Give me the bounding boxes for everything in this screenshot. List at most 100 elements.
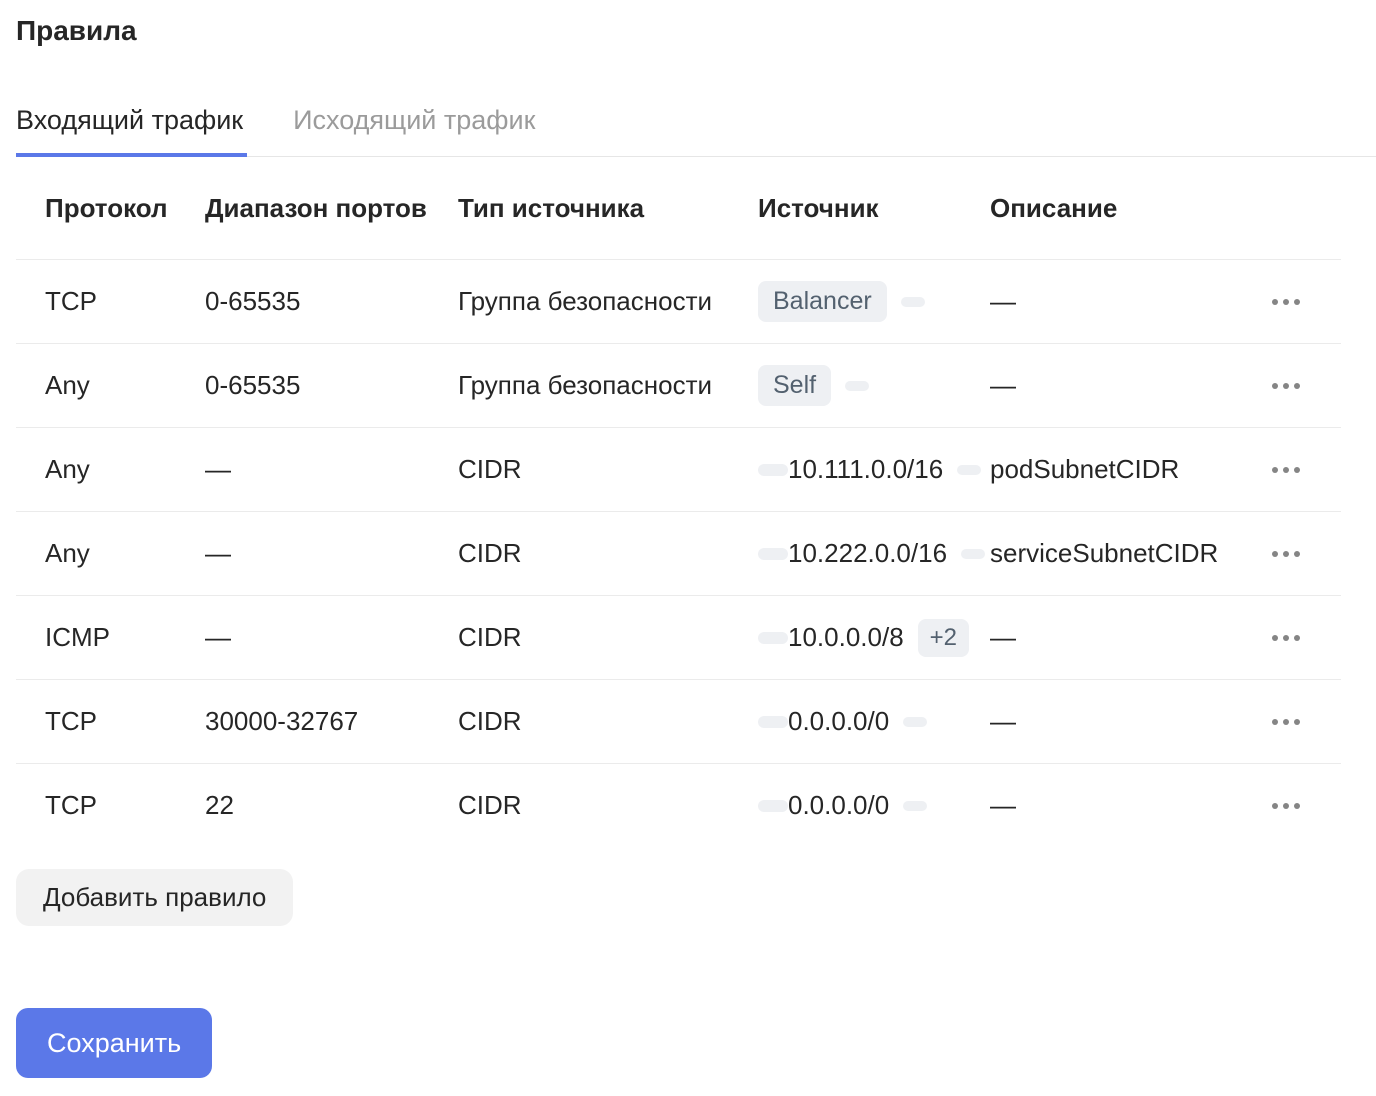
cell-description: — bbox=[990, 370, 1270, 401]
cell-actions bbox=[1270, 457, 1341, 483]
row-actions-button[interactable] bbox=[1270, 709, 1302, 735]
ellipsis-icon bbox=[1294, 635, 1300, 641]
cell-source-type: CIDR bbox=[458, 538, 758, 569]
cell-description: serviceSubnetCIDR bbox=[990, 538, 1270, 569]
source-value: 10.222.0.0/16 bbox=[788, 538, 947, 569]
cell-port-range: — bbox=[205, 622, 458, 653]
source-value: 0.0.0.0/0 bbox=[788, 706, 889, 737]
cell-description: — bbox=[990, 790, 1270, 821]
source-chip bbox=[758, 716, 788, 728]
row-actions-button[interactable] bbox=[1270, 289, 1302, 315]
source-chip bbox=[758, 800, 788, 812]
tab-incoming-traffic[interactable]: Входящий трафик bbox=[16, 104, 243, 156]
ellipsis-icon bbox=[1283, 383, 1289, 389]
ellipsis-icon bbox=[1272, 467, 1278, 473]
cell-description: — bbox=[990, 286, 1270, 317]
cell-actions bbox=[1270, 625, 1341, 651]
cell-source: Balancer bbox=[758, 281, 990, 322]
source-chip: Self bbox=[758, 365, 831, 406]
cell-source: 10.111.0.0/16 bbox=[758, 454, 990, 485]
source-chip bbox=[758, 464, 788, 476]
cell-description: — bbox=[990, 622, 1270, 653]
ellipsis-icon bbox=[1294, 719, 1300, 725]
table-row: TCP 0-65535 Группа безопасности Balancer… bbox=[16, 259, 1341, 343]
cell-source: 10.0.0.0/8 +2 bbox=[758, 619, 990, 657]
table-header-row: Протокол Диапазон портов Тип источника И… bbox=[16, 157, 1341, 259]
table-body: TCP 0-65535 Группа безопасности Balancer… bbox=[16, 259, 1341, 847]
source-extra-badge[interactable] bbox=[961, 549, 985, 559]
cell-source-type: CIDR bbox=[458, 790, 758, 821]
tab-outgoing-traffic[interactable]: Исходящий трафик bbox=[293, 104, 535, 156]
table-row: TCP 22 CIDR 0.0.0.0/0 — bbox=[16, 763, 1341, 847]
source-chip: Balancer bbox=[758, 281, 887, 322]
ellipsis-icon bbox=[1283, 803, 1289, 809]
cell-source: 0.0.0.0/0 bbox=[758, 790, 990, 821]
source-extra-badge[interactable] bbox=[903, 801, 927, 811]
source-extra-badge[interactable] bbox=[957, 465, 981, 475]
table-row: Any — CIDR 10.111.0.0/16 podSubnetCIDR bbox=[16, 427, 1341, 511]
cell-port-range: — bbox=[205, 538, 458, 569]
table-row: Any 0-65535 Группа безопасности Self — bbox=[16, 343, 1341, 427]
page-title: Правила bbox=[16, 14, 1376, 48]
cell-source-type: CIDR bbox=[458, 706, 758, 737]
ellipsis-icon bbox=[1272, 383, 1278, 389]
save-button[interactable]: Сохранить bbox=[16, 1008, 212, 1078]
ellipsis-icon bbox=[1283, 551, 1289, 557]
source-chip bbox=[758, 548, 788, 560]
source-chip bbox=[758, 632, 788, 644]
ellipsis-icon bbox=[1272, 803, 1278, 809]
ellipsis-icon bbox=[1283, 635, 1289, 641]
source-extra-badge[interactable] bbox=[845, 381, 869, 391]
source-value: 10.111.0.0/16 bbox=[788, 454, 943, 485]
cell-protocol: TCP bbox=[45, 286, 205, 317]
row-actions-button[interactable] bbox=[1270, 793, 1302, 819]
add-rule-button[interactable]: Добавить правило bbox=[16, 869, 293, 926]
source-extra-badge[interactable] bbox=[901, 297, 925, 307]
row-actions-button[interactable] bbox=[1270, 457, 1302, 483]
row-actions-button[interactable] bbox=[1270, 625, 1302, 651]
cell-port-range: 0-65535 bbox=[205, 370, 458, 401]
table-row: TCP 30000-32767 CIDR 0.0.0.0/0 — bbox=[16, 679, 1341, 763]
cell-actions bbox=[1270, 541, 1341, 567]
ellipsis-icon bbox=[1294, 551, 1300, 557]
cell-port-range: 22 bbox=[205, 790, 458, 821]
cell-protocol: Any bbox=[45, 538, 205, 569]
ellipsis-icon bbox=[1283, 467, 1289, 473]
cell-source-type: CIDR bbox=[458, 454, 758, 485]
cell-source-type: Группа безопасности bbox=[458, 370, 758, 401]
ellipsis-icon bbox=[1283, 299, 1289, 305]
source-value: 10.0.0.0/8 bbox=[788, 622, 904, 653]
cell-description: — bbox=[990, 706, 1270, 737]
ellipsis-icon bbox=[1294, 299, 1300, 305]
cell-source: Self bbox=[758, 365, 990, 406]
cell-actions bbox=[1270, 709, 1341, 735]
cell-source-type: CIDR bbox=[458, 622, 758, 653]
row-actions-button[interactable] bbox=[1270, 541, 1302, 567]
source-extra-badge[interactable]: +2 bbox=[918, 619, 969, 657]
column-header-source-type: Тип источника bbox=[458, 193, 758, 224]
rules-page: Правила Входящий трафик Исходящий трафик… bbox=[0, 0, 1376, 1096]
table-row: ICMP — CIDR 10.0.0.0/8 +2 — bbox=[16, 595, 1341, 679]
table-row: Any — CIDR 10.222.0.0/16 serviceSubnetCI… bbox=[16, 511, 1341, 595]
cell-source: 0.0.0.0/0 bbox=[758, 706, 990, 737]
column-header-port-range: Диапазон портов bbox=[205, 193, 458, 224]
column-header-source: Источник bbox=[758, 193, 990, 224]
cell-protocol: ICMP bbox=[45, 622, 205, 653]
cell-actions bbox=[1270, 373, 1341, 399]
cell-description: podSubnetCIDR bbox=[990, 454, 1270, 485]
cell-protocol: Any bbox=[45, 370, 205, 401]
ellipsis-icon bbox=[1272, 635, 1278, 641]
cell-port-range: 30000-32767 bbox=[205, 706, 458, 737]
column-header-description: Описание bbox=[990, 193, 1270, 224]
ellipsis-icon bbox=[1272, 299, 1278, 305]
cell-protocol: TCP bbox=[45, 790, 205, 821]
source-extra-badge[interactable] bbox=[903, 717, 927, 727]
cell-port-range: — bbox=[205, 454, 458, 485]
rules-table: Протокол Диапазон портов Тип источника И… bbox=[16, 157, 1341, 847]
ellipsis-icon bbox=[1294, 467, 1300, 473]
row-actions-button[interactable] bbox=[1270, 373, 1302, 399]
ellipsis-icon bbox=[1294, 383, 1300, 389]
cell-actions bbox=[1270, 289, 1341, 315]
cell-actions bbox=[1270, 793, 1341, 819]
traffic-tabs: Входящий трафик Исходящий трафик bbox=[16, 104, 1376, 157]
